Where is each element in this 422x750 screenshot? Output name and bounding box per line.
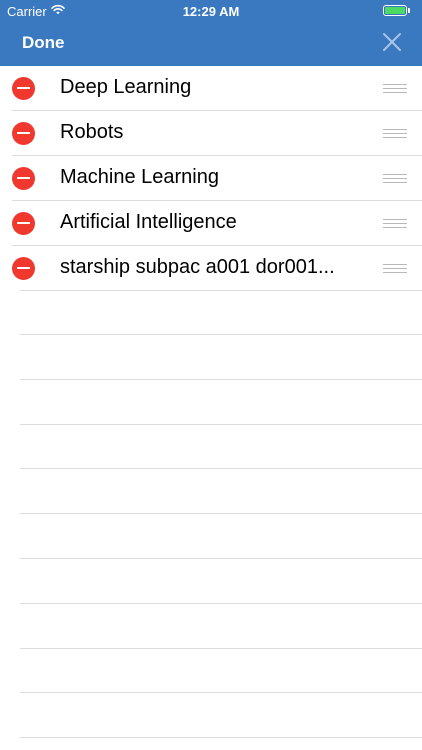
delete-button[interactable] (12, 257, 35, 280)
row-divider (12, 110, 422, 111)
list-item-label: starship subpac a001 dor001... (60, 256, 335, 278)
close-icon[interactable] (381, 31, 403, 53)
reorder-grip-icon[interactable] (383, 129, 407, 139)
list-item-label: Artificial Intelligence (60, 211, 237, 233)
topic-list: Deep Learning Robots Machine Learning Ar… (0, 66, 422, 750)
empty-row-divider (20, 648, 422, 649)
list-item: starship subpac a001 dor001... (0, 246, 422, 291)
empty-row-divider (20, 692, 422, 693)
empty-row-divider (20, 424, 422, 425)
done-button[interactable]: Done (22, 33, 65, 53)
empty-row-divider (20, 379, 422, 380)
navigation-bar: Carrier 12:29 AM Done (0, 0, 422, 66)
status-bar: Carrier 12:29 AM (0, 0, 422, 22)
list-item-label: Robots (60, 121, 124, 143)
row-divider (20, 290, 422, 291)
row-divider (12, 155, 422, 156)
battery-icon (383, 5, 407, 16)
empty-row-divider (20, 558, 422, 559)
reorder-grip-icon[interactable] (383, 264, 407, 274)
empty-row-divider (20, 334, 422, 335)
delete-button[interactable] (12, 212, 35, 235)
list-item: Artificial Intelligence (0, 201, 422, 246)
reorder-grip-icon[interactable] (383, 174, 407, 184)
status-time: 12:29 AM (182, 4, 240, 19)
reorder-grip-icon[interactable] (383, 84, 407, 94)
list-item: Machine Learning (0, 156, 422, 201)
empty-row-divider (20, 737, 422, 738)
row-divider (12, 245, 422, 246)
empty-row-divider (20, 603, 422, 604)
battery-level (385, 7, 405, 14)
list-item: Robots (0, 111, 422, 156)
empty-row-divider (20, 513, 422, 514)
list-item-label: Deep Learning (60, 76, 192, 98)
battery-tip (408, 8, 410, 13)
delete-button[interactable] (12, 77, 35, 100)
list-item: Deep Learning (0, 66, 422, 111)
empty-row-divider (20, 468, 422, 469)
list-item-label: Machine Learning (60, 166, 219, 188)
delete-button[interactable] (12, 122, 35, 145)
row-divider (12, 200, 422, 201)
delete-button[interactable] (12, 167, 35, 190)
reorder-grip-icon[interactable] (383, 219, 407, 229)
